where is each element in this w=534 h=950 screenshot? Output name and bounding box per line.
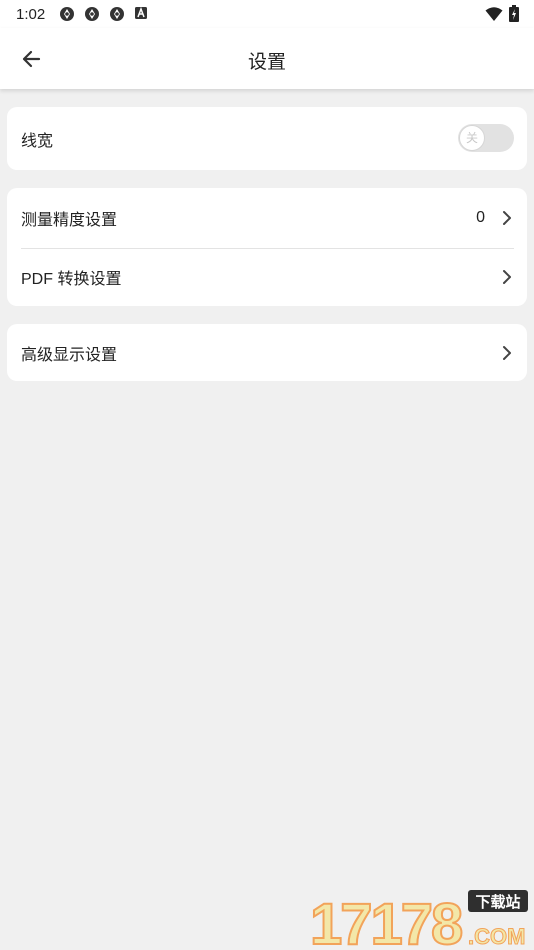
chevron-right-icon [503,211,511,225]
battery-icon [509,5,519,27]
measure-precision-value: 0 [476,209,485,226]
line-width-card: 线宽 关 [7,107,527,170]
wifi-icon [485,6,503,27]
chevron-right-icon [503,345,511,360]
watermark-site: 下载站 [475,893,520,911]
pdf-convert-row[interactable]: PDF 转换设置 [7,248,527,306]
status-notification-icons [59,6,148,22]
sync-icon [84,6,100,22]
status-system-icons [485,5,519,27]
watermark-tld: .COM [468,924,525,948]
advanced-display-label: 高级显示设置 [21,346,118,364]
line-width-row: 线宽 关 [7,107,527,170]
site-watermark-logo: 17178 下载站 .COM [309,890,528,948]
advanced-display-card: 高级显示设置 [7,324,527,381]
line-width-label: 线宽 [21,132,54,150]
line-width-toggle[interactable]: 关 [458,124,514,152]
measurement-settings-card: 测量精度设置 0 PDF 转换设置 [7,188,527,306]
measure-precision-row[interactable]: 测量精度设置 0 [7,188,527,248]
pdf-convert-label: PDF 转换设置 [21,271,122,288]
a-badge-icon [134,6,148,22]
status-bar: 1:02 [0,0,534,28]
sync-icon [59,6,75,22]
chevron-right-icon [503,270,511,284]
toggle-knob: 关 [459,125,485,151]
watermark-number: 17178 [310,892,462,948]
advanced-display-row[interactable]: 高级显示设置 [7,324,527,381]
sync-icon [109,6,125,22]
app-bar: 设置 [0,28,534,89]
status-time: 1:02 [16,6,46,23]
page-title: 设置 [247,52,286,73]
measure-precision-label: 测量精度设置 [21,212,118,229]
